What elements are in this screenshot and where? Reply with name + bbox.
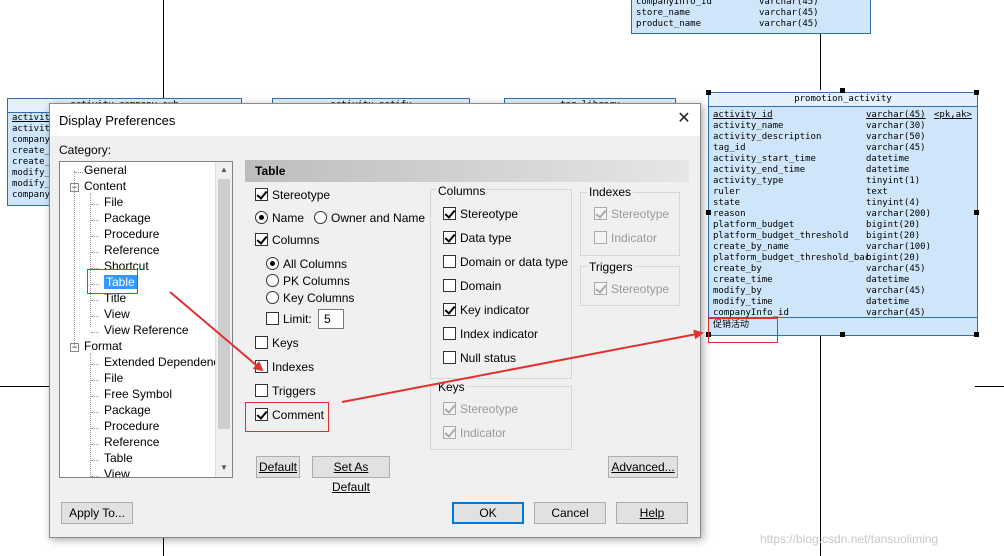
- annotation-arrow: [169, 291, 264, 372]
- annotation-arrows: [169, 291, 704, 403]
- watermark: https://blog.csdn.net/tansuoliming: [760, 532, 939, 546]
- annotation-arrow: [341, 329, 704, 403]
